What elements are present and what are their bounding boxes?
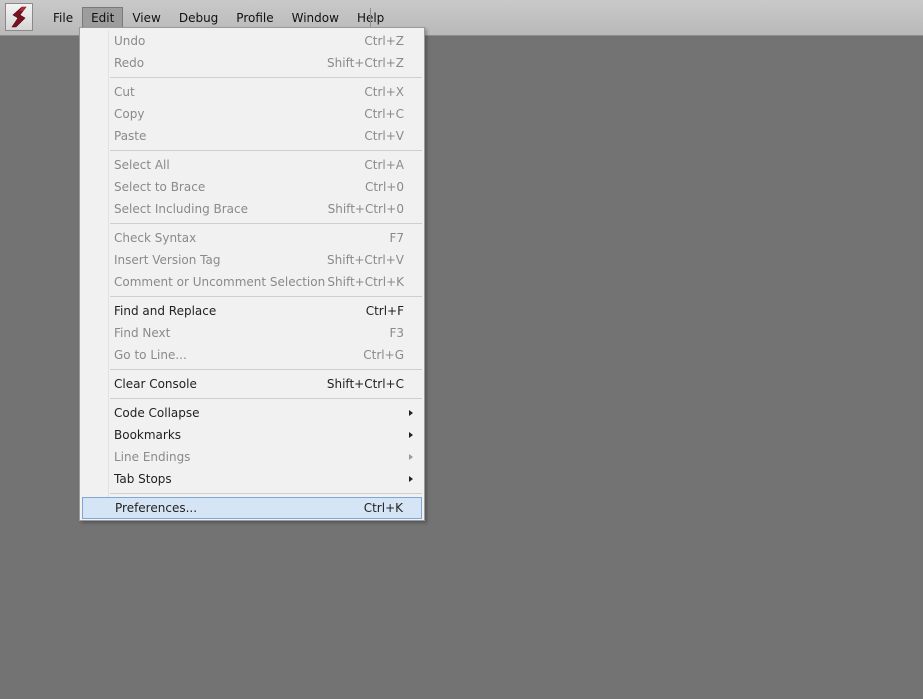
menu-item-label: Select All <box>114 158 170 172</box>
submenu-arrow-icon <box>409 410 413 416</box>
submenu-arrow-icon <box>409 476 413 482</box>
menu-titles: FileEditViewDebugProfileWindowHelp <box>44 7 393 28</box>
menu-item-shortcut: Shift+Ctrl+0 <box>327 202 404 216</box>
menu-item-find-next[interactable]: Find Next F3 <box>82 322 422 344</box>
app-logo-icon[interactable] <box>5 3 33 31</box>
menu-item-paste[interactable]: Paste Ctrl+V <box>82 125 422 147</box>
menu-item-label: Tab Stops <box>114 472 172 486</box>
menu-item-label: Insert Version Tag <box>114 253 221 267</box>
menu-item-go-to-line[interactable]: Go to Line... Ctrl+G <box>82 344 422 366</box>
app-logo-glyph <box>11 6 27 28</box>
menu-item-shortcut: Shift+Ctrl+V <box>327 253 404 267</box>
menu-item-find-and-replace[interactable]: Find and Replace Ctrl+F <box>82 300 422 322</box>
menu-view[interactable]: View <box>123 7 169 28</box>
menu-debug[interactable]: Debug <box>170 7 227 28</box>
menu-item-shortcut: F3 <box>389 326 404 340</box>
menu-item-label: Go to Line... <box>114 348 187 362</box>
menu-item-label: Code Collapse <box>114 406 200 420</box>
menu-item-shortcut: Shift+Ctrl+K <box>327 275 404 289</box>
menu-item-line-endings[interactable]: Line Endings <box>82 446 422 468</box>
menu-item-copy[interactable]: Copy Ctrl+C <box>82 103 422 125</box>
menu-separator <box>110 147 422 154</box>
menu-separator <box>110 220 422 227</box>
menu-separator <box>110 293 422 300</box>
menu-separator <box>110 490 422 497</box>
menu-item-bookmarks[interactable]: Bookmarks <box>82 424 422 446</box>
menu-separator <box>110 366 422 373</box>
menu-item-label: Preferences... <box>115 501 198 515</box>
menu-item-label: Cut <box>114 85 135 99</box>
menu-item-shortcut: Ctrl+X <box>364 85 404 99</box>
menu-item-comment-or-uncomment-selection[interactable]: Comment or Uncomment Selection Shift+Ctrl… <box>82 271 422 293</box>
menu-item-check-syntax[interactable]: Check Syntax F7 <box>82 227 422 249</box>
menu-profile[interactable]: Profile <box>227 7 282 28</box>
menu-item-preferences[interactable]: Preferences... Ctrl+K <box>82 497 422 519</box>
menu-item-label: Check Syntax <box>114 231 197 245</box>
menu-file[interactable]: File <box>44 7 82 28</box>
menu-item-label: Select Including Brace <box>114 202 249 216</box>
menu-item-label: Find Next <box>114 326 171 340</box>
menu-item-clear-console[interactable]: Clear Console Shift+Ctrl+C <box>82 373 422 395</box>
menu-item-label: Select to Brace <box>114 180 206 194</box>
menu-item-code-collapse[interactable]: Code Collapse <box>82 402 422 424</box>
menu-separator <box>110 74 422 81</box>
menu-item-label: Line Endings <box>114 450 191 464</box>
menu-item-label: Bookmarks <box>114 428 182 442</box>
menu-item-shortcut: Ctrl+0 <box>364 180 404 194</box>
menu-item-shortcut: Shift+Ctrl+C <box>326 377 404 391</box>
menu-item-shortcut: Ctrl+C <box>364 107 404 121</box>
menu-item-label: Clear Console <box>114 377 197 391</box>
menu-item-shortcut: Ctrl+V <box>364 129 404 143</box>
menu-item-label: Find and Replace <box>114 304 217 318</box>
menu-item-shortcut: F7 <box>389 231 404 245</box>
menu-item-shortcut: Ctrl+Z <box>364 34 404 48</box>
menu-item-select-all[interactable]: Select All Ctrl+A <box>82 154 422 176</box>
menu-edit[interactable]: Edit <box>82 7 124 28</box>
submenu-arrow-icon <box>409 432 413 438</box>
menu-item-shortcut: Ctrl+G <box>363 348 404 362</box>
menubar-divider <box>370 8 371 27</box>
menu-item-label: Undo <box>114 34 146 48</box>
edit-menu-dropdown: Undo Ctrl+Z Redo Shift+Ctrl+Z Cut Ctrl+X Copy C… <box>79 27 425 521</box>
menu-item-label: Comment or Uncomment Selection <box>114 275 326 289</box>
menu-item-select-including-brace[interactable]: Select Including Brace Shift+Ctrl+0 <box>82 198 422 220</box>
menu-item-cut[interactable]: Cut Ctrl+X <box>82 81 422 103</box>
menu-item-insert-version-tag[interactable]: Insert Version Tag Shift+Ctrl+V <box>82 249 422 271</box>
menu-item-label: Copy <box>114 107 145 121</box>
menu-separator <box>110 395 422 402</box>
menu-item-shortcut: Ctrl+K <box>363 501 403 515</box>
menu-item-label: Paste <box>114 129 147 143</box>
submenu-arrow-icon <box>409 454 413 460</box>
menu-window[interactable]: Window <box>283 7 348 28</box>
menu-item-shortcut: Shift+Ctrl+Z <box>327 56 404 70</box>
menu-item-label: Redo <box>114 56 145 70</box>
menu-item-undo[interactable]: Undo Ctrl+Z <box>82 30 422 52</box>
menu-item-shortcut: Ctrl+A <box>364 158 404 172</box>
menu-item-redo[interactable]: Redo Shift+Ctrl+Z <box>82 52 422 74</box>
menu-item-tab-stops[interactable]: Tab Stops <box>82 468 422 490</box>
menu-item-select-to-brace[interactable]: Select to Brace Ctrl+0 <box>82 176 422 198</box>
menu-item-shortcut: Ctrl+F <box>365 304 404 318</box>
